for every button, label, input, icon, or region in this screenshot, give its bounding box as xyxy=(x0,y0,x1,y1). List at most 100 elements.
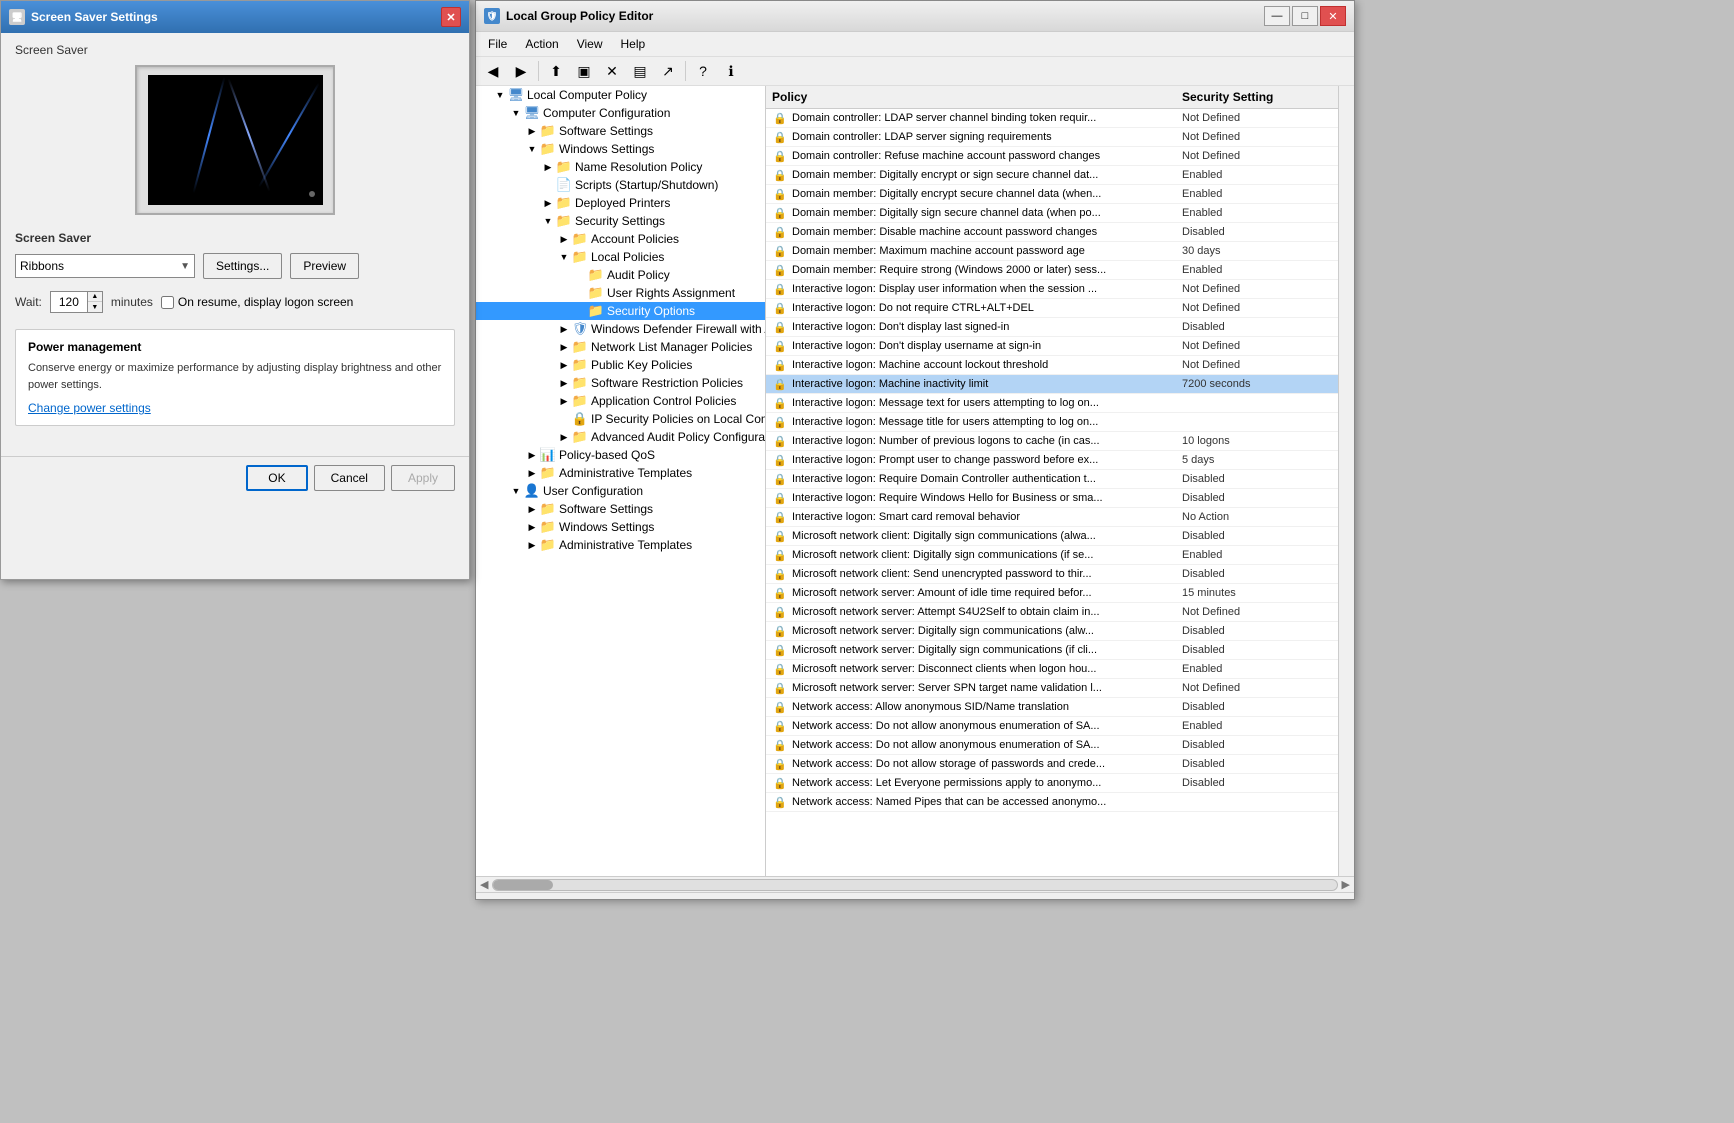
spin-down-button[interactable]: ▼ xyxy=(88,302,102,312)
policy-row[interactable]: 🔒Domain member: Disable machine account … xyxy=(766,223,1338,242)
policy-row[interactable]: 🔒Interactive logon: Don't display last s… xyxy=(766,318,1338,337)
cancel-button[interactable]: Cancel xyxy=(314,465,385,491)
about-button[interactable]: ℹ xyxy=(718,59,744,83)
close-button[interactable]: ✕ xyxy=(1320,6,1346,26)
tree-policy-qos[interactable]: ▶ 📊 Policy-based QoS xyxy=(476,446,765,464)
policy-row[interactable]: 🔒Domain controller: LDAP server signing … xyxy=(766,128,1338,147)
apply-button[interactable]: Apply xyxy=(391,465,455,491)
tree-windows-settings-user[interactable]: ▶ 📁 Windows Settings xyxy=(476,518,765,536)
expand-ws[interactable]: ▼ xyxy=(524,141,540,157)
expand-sw[interactable]: ▶ xyxy=(524,123,540,139)
tree-software-restriction[interactable]: ▶ 📁 Software Restriction Policies xyxy=(476,374,765,392)
policy-row[interactable]: 🔒Interactive logon: Machine inactivity l… xyxy=(766,375,1338,394)
preview-button[interactable]: Preview xyxy=(290,253,359,279)
tree-name-resolution[interactable]: ▶ 📁 Name Resolution Policy xyxy=(476,158,765,176)
menu-help[interactable]: Help xyxy=(613,34,654,54)
policy-row[interactable]: 🔒Interactive logon: Display user informa… xyxy=(766,280,1338,299)
tree-advanced-audit[interactable]: ▶ 📁 Advanced Audit Policy Configuration xyxy=(476,428,765,446)
horizontal-scrollbar[interactable]: ◀ ▶ xyxy=(476,876,1354,892)
policy-row[interactable]: 🔒Network access: Do not allow anonymous … xyxy=(766,717,1338,736)
policy-row[interactable]: 🔒Interactive logon: Smart card removal b… xyxy=(766,508,1338,527)
expand-nr[interactable]: ▶ xyxy=(540,159,556,175)
policy-row[interactable]: 🔒Microsoft network client: Digitally sig… xyxy=(766,546,1338,565)
tree-user-rights[interactable]: ▶ 📁 User Rights Assignment xyxy=(476,284,765,302)
resume-checkbox[interactable] xyxy=(161,296,174,309)
tree-root[interactable]: ▼ 🖥 Local Computer Policy xyxy=(476,86,765,104)
expand-pq[interactable]: ▶ xyxy=(524,447,540,463)
tree-security-settings[interactable]: ▼ 📁 Security Settings xyxy=(476,212,765,230)
scroll-left-arrow[interactable]: ◀ xyxy=(480,878,488,891)
policy-row[interactable]: 🔒Microsoft network server: Disconnect cl… xyxy=(766,660,1338,679)
scroll-right-arrow[interactable]: ▶ xyxy=(1342,878,1350,891)
maximize-button[interactable]: □ xyxy=(1292,6,1318,26)
policy-row[interactable]: 🔒Microsoft network client: Digitally sig… xyxy=(766,527,1338,546)
minimize-button[interactable]: — xyxy=(1264,6,1290,26)
policy-row[interactable]: 🔒Network access: Named Pipes that can be… xyxy=(766,793,1338,812)
delete-button[interactable]: ✕ xyxy=(599,59,625,83)
expand-nl[interactable]: ▶ xyxy=(556,339,572,355)
policy-row[interactable]: 🔒Interactive logon: Message title for us… xyxy=(766,413,1338,432)
tree-local-policies[interactable]: ▼ 📁 Local Policies xyxy=(476,248,765,266)
policy-row[interactable]: 🔒Interactive logon: Do not require CTRL+… xyxy=(766,299,1338,318)
policy-row[interactable]: 🔒Microsoft network server: Digitally sig… xyxy=(766,622,1338,641)
policy-row[interactable]: 🔒Network access: Let Everyone permission… xyxy=(766,774,1338,793)
scrollbar-thumb[interactable] xyxy=(493,880,553,890)
tree-admin-templates-user[interactable]: ▶ 📁 Administrative Templates xyxy=(476,536,765,554)
expand-ss[interactable]: ▼ xyxy=(540,213,556,229)
tree-admin-templates-comp[interactable]: ▶ 📁 Administrative Templates xyxy=(476,464,765,482)
menu-view[interactable]: View xyxy=(569,34,611,54)
expand-dp[interactable]: ▶ xyxy=(540,195,556,211)
forward-button[interactable]: ▶ xyxy=(508,59,534,83)
policy-row[interactable]: 🔒Interactive logon: Number of previous l… xyxy=(766,432,1338,451)
back-button[interactable]: ◀ xyxy=(480,59,506,83)
policy-row[interactable]: 🔒Network access: Allow anonymous SID/Nam… xyxy=(766,698,1338,717)
spin-up-button[interactable]: ▲ xyxy=(88,292,102,302)
expand-aa[interactable]: ▶ xyxy=(556,429,572,445)
tree-network-list[interactable]: ▶ 📁 Network List Manager Policies xyxy=(476,338,765,356)
wait-input[interactable]: 120 xyxy=(51,292,87,312)
power-link[interactable]: Change power settings xyxy=(28,401,151,415)
policy-row[interactable]: 🔒Interactive logon: Require Windows Hell… xyxy=(766,489,1338,508)
expand-comp[interactable]: ▼ xyxy=(508,105,524,121)
export-button[interactable]: ↗ xyxy=(655,59,681,83)
ok-button[interactable]: OK xyxy=(246,465,307,491)
policy-row[interactable]: 🔒Domain member: Digitally sign secure ch… xyxy=(766,204,1338,223)
policy-row[interactable]: 🔒Network access: Do not allow anonymous … xyxy=(766,736,1338,755)
policy-row[interactable]: 🔒Microsoft network server: Digitally sig… xyxy=(766,641,1338,660)
policy-row[interactable]: 🔒Microsoft network server: Attempt S4U2S… xyxy=(766,603,1338,622)
policy-row[interactable]: 🔒Domain controller: LDAP server channel … xyxy=(766,109,1338,128)
tree-software-settings-user[interactable]: ▶ 📁 Software Settings xyxy=(476,500,765,518)
policy-row[interactable]: 🔒Microsoft network client: Send unencryp… xyxy=(766,565,1338,584)
expand-lp[interactable]: ▼ xyxy=(556,249,572,265)
policy-row[interactable]: 🔒Interactive logon: Require Domain Contr… xyxy=(766,470,1338,489)
policy-row[interactable]: 🔒Microsoft network server: Amount of idl… xyxy=(766,584,1338,603)
policy-row[interactable]: 🔒Domain controller: Refuse machine accou… xyxy=(766,147,1338,166)
tree-computer-config[interactable]: ▼ 🖥 Computer Configuration xyxy=(476,104,765,122)
help-button[interactable]: ? xyxy=(690,59,716,83)
screensaver-dropdown[interactable]: Ribbons ▼ xyxy=(15,254,195,278)
properties-button[interactable]: ▤ xyxy=(627,59,653,83)
expand-wsu[interactable]: ▶ xyxy=(524,519,540,535)
tree-ip-security[interactable]: ▶ 🔒 IP Security Policies on Local Comput… xyxy=(476,410,765,428)
tree-security-options[interactable]: ▶ 📁 Security Options xyxy=(476,302,765,320)
up-button[interactable]: ⬆ xyxy=(543,59,569,83)
settings-button[interactable]: Settings... xyxy=(203,253,282,279)
expand-uc[interactable]: ▼ xyxy=(508,483,524,499)
policy-row[interactable]: 🔒Interactive logon: Machine account lock… xyxy=(766,356,1338,375)
menu-file[interactable]: File xyxy=(480,34,515,54)
menu-action[interactable]: Action xyxy=(517,34,566,54)
show-hide-button[interactable]: ▣ xyxy=(571,59,597,83)
expand-atc[interactable]: ▶ xyxy=(524,465,540,481)
policy-row[interactable]: 🔒Interactive logon: Prompt user to chang… xyxy=(766,451,1338,470)
tree-account-policies[interactable]: ▶ 📁 Account Policies xyxy=(476,230,765,248)
tree-scripts[interactable]: ▶ 📄 Scripts (Startup/Shutdown) xyxy=(476,176,765,194)
expand-ap[interactable]: ▶ xyxy=(556,231,572,247)
expand-sr[interactable]: ▶ xyxy=(556,375,572,391)
expand-pk[interactable]: ▶ xyxy=(556,357,572,373)
tree-user-config[interactable]: ▼ 👤 User Configuration xyxy=(476,482,765,500)
expand-root[interactable]: ▼ xyxy=(492,87,508,103)
policy-row[interactable]: 🔒Domain member: Require strong (Windows … xyxy=(766,261,1338,280)
tree-deployed-printers[interactable]: ▶ 📁 Deployed Printers xyxy=(476,194,765,212)
policy-row[interactable]: 🔒Domain member: Maximum machine account … xyxy=(766,242,1338,261)
expand-atu[interactable]: ▶ xyxy=(524,537,540,553)
